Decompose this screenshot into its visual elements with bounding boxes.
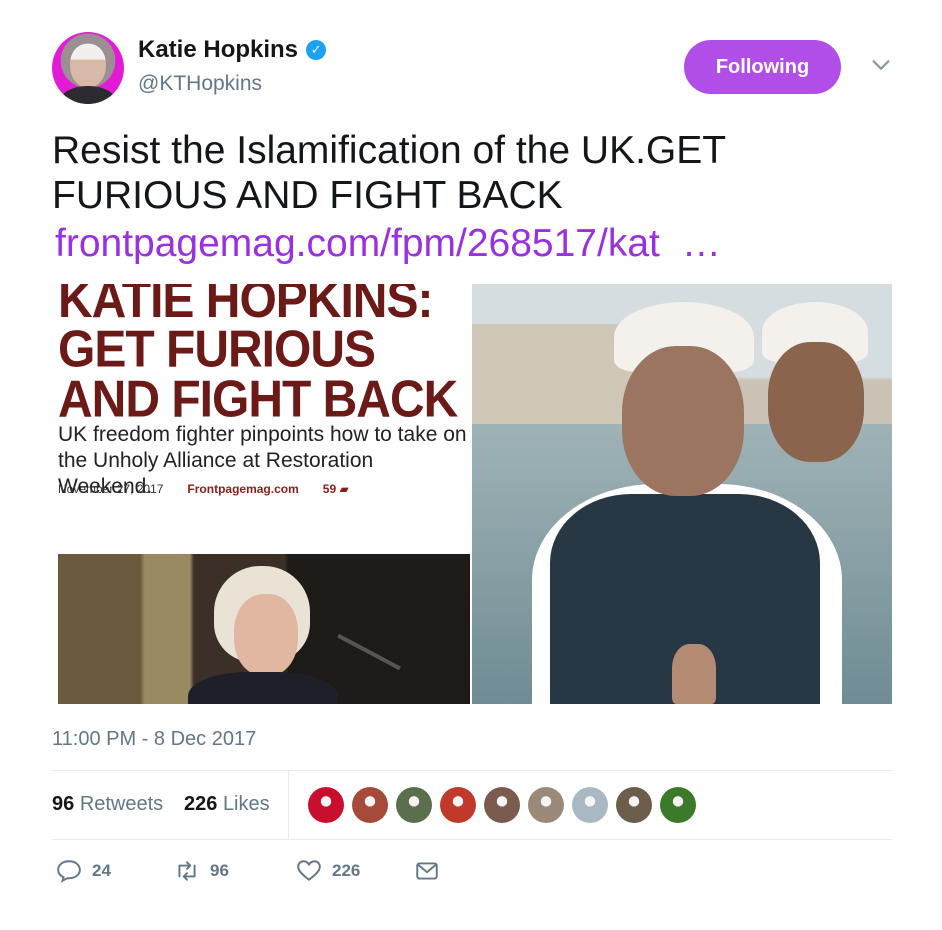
media-photo-speaker[interactable] <box>58 554 470 704</box>
tweet-link-ellipsis[interactable]: … <box>682 222 721 265</box>
liker-avatar[interactable] <box>396 787 432 823</box>
speaker-face <box>234 594 298 676</box>
liker-avatar[interactable] <box>352 787 388 823</box>
avatar-shoulders <box>60 86 116 104</box>
tweet-text: Resist the Islamification of the UK.GET … <box>52 129 726 217</box>
speaker-body <box>188 672 338 704</box>
article-meta: November 27, 2017 Frontpagemag.com 59 ▰ <box>58 482 349 496</box>
author-handle[interactable]: @KTHopkins <box>138 72 262 96</box>
author-name-row: Katie Hopkins ✓ <box>138 36 327 64</box>
following-button[interactable]: Following <box>684 40 841 94</box>
direct-message-button[interactable] <box>414 858 440 884</box>
media-article-screenshot[interactable]: KATIE HOPKINS: GET FURIOUS AND FIGHT BAC… <box>52 284 470 552</box>
liker-avatars <box>308 787 696 823</box>
divider <box>52 839 892 840</box>
stats-divider <box>288 771 289 839</box>
tweet-link[interactable]: frontpagemag.com/fpm/268517/kat … <box>55 222 721 266</box>
liker-avatar[interactable] <box>616 787 652 823</box>
article-date: November 27, 2017 <box>58 482 164 496</box>
man-left-hands <box>672 644 716 704</box>
article-comment-count: 59 ▰ <box>322 482 349 496</box>
liker-avatar[interactable] <box>308 787 344 823</box>
tweet-stats: 96 Retweets 226 Likes <box>52 771 892 839</box>
reply-count: 24 <box>92 861 111 880</box>
retweet-count: 96 <box>210 861 229 880</box>
liker-avatar[interactable] <box>484 787 520 823</box>
likes-stat[interactable]: 226 Likes <box>184 793 270 816</box>
chevron-down-icon[interactable] <box>870 54 892 76</box>
retweets-stat[interactable]: 96 Retweets <box>52 793 163 816</box>
like-button[interactable]: 226 <box>296 858 360 884</box>
liker-avatar[interactable] <box>440 787 476 823</box>
like-count: 226 <box>332 861 361 880</box>
comment-icon: ▰ <box>339 482 349 496</box>
heart-icon <box>297 860 321 881</box>
man-left-face <box>622 346 744 496</box>
retweet-button[interactable]: 96 <box>174 858 229 884</box>
avatar-face <box>70 44 106 88</box>
man-right-face <box>768 342 864 462</box>
liker-avatar[interactable] <box>528 787 564 823</box>
reply-button[interactable]: 24 <box>56 858 111 884</box>
article-source: Frontpagemag.com <box>187 482 299 496</box>
avatar[interactable] <box>52 32 124 104</box>
author-name[interactable]: Katie Hopkins <box>138 36 298 64</box>
tweet-link-url[interactable]: frontpagemag.com/fpm/268517/kat <box>55 222 660 265</box>
tweet-timestamp[interactable]: 11:00 PM - 8 Dec 2017 <box>52 728 256 751</box>
tweet-media[interactable]: KATIE HOPKINS: GET FURIOUS AND FIGHT BAC… <box>52 284 892 704</box>
liker-avatar[interactable] <box>660 787 696 823</box>
tweet-actions: 24 96 226 <box>52 858 892 890</box>
microphone <box>337 633 401 671</box>
liker-avatar[interactable] <box>572 787 608 823</box>
retweet-icon <box>178 861 196 881</box>
article-headline: KATIE HOPKINS: GET FURIOUS AND FIGHT BAC… <box>58 284 458 429</box>
envelope-icon <box>416 862 438 880</box>
media-photo-men[interactable] <box>472 284 892 704</box>
reply-icon <box>57 860 81 883</box>
tweet-header: Katie Hopkins ✓ @KTHopkins Following <box>52 30 894 110</box>
verified-icon: ✓ <box>306 40 327 60</box>
